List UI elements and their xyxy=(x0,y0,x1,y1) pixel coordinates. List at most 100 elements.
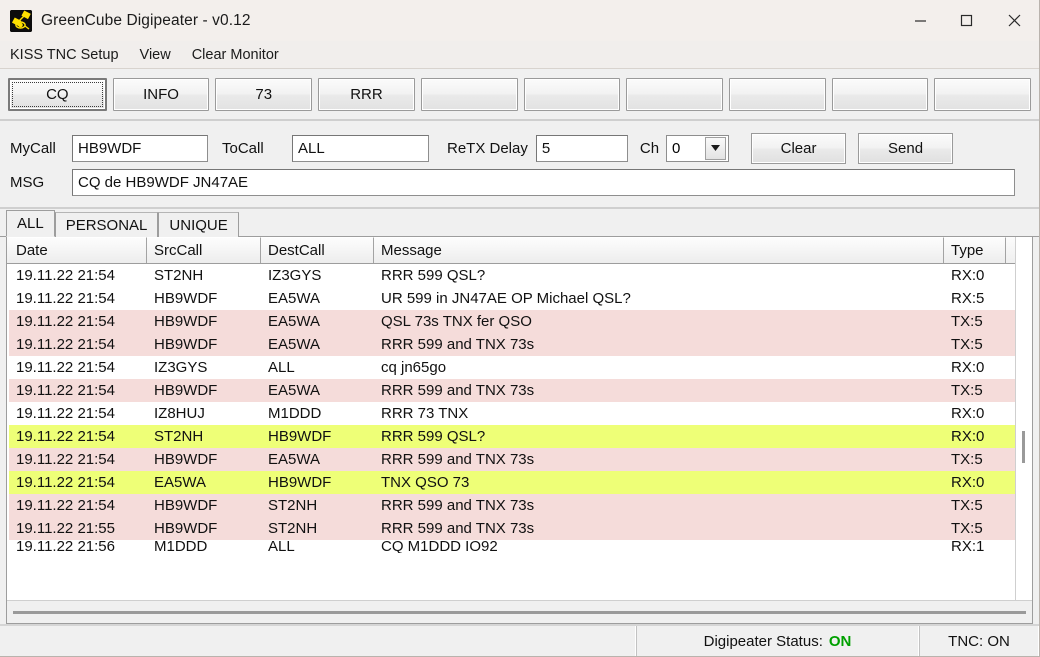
compose-row-1: MyCall HB9WDF ToCall ALL ReTX Delay 5 Ch… xyxy=(0,131,1039,165)
cell-type: TX:5 xyxy=(951,520,983,537)
macro-button-73[interactable]: 73 xyxy=(215,77,313,111)
table-row[interactable]: 19.11.22 21:54 IZ8HUJ M1DDD RRR 73 TNX R… xyxy=(9,402,1015,425)
column-header-type[interactable]: Type xyxy=(944,237,1006,263)
tab-all[interactable]: ALL xyxy=(6,210,55,237)
cell-type: RX:0 xyxy=(951,267,985,284)
column-header-date[interactable]: Date xyxy=(9,237,147,263)
table-row[interactable]: 19.11.22 21:54 ST2NH HB9WDF RRR 599 QSL?… xyxy=(9,425,1015,448)
minimize-icon[interactable] xyxy=(897,0,943,41)
macro-button-info[interactable]: INFO xyxy=(112,77,210,111)
cell-destcall: EA5WA xyxy=(268,336,320,353)
cell-srccall: HB9WDF xyxy=(154,520,218,537)
compose-row-2: MSG CQ de HB9WDF JN47AE xyxy=(0,165,1039,199)
macro-button-10[interactable] xyxy=(934,77,1032,111)
table-row[interactable]: 19.11.22 21:54 HB9WDF EA5WA RRR 599 and … xyxy=(9,379,1015,402)
clear-button[interactable]: Clear xyxy=(751,132,847,164)
retx-delay-label: ReTX Delay xyxy=(447,139,528,157)
title-bar: GreenCube Digipeater - v0.12 xyxy=(0,0,1039,41)
digipeater-status-label: Digipeater Status: xyxy=(703,632,823,650)
mycall-input[interactable]: HB9WDF xyxy=(72,134,208,162)
tab-unique[interactable]: UNIQUE xyxy=(158,212,239,237)
cell-type: RX:0 xyxy=(951,474,985,491)
macro-button-9[interactable] xyxy=(831,77,929,111)
macro-button-5[interactable] xyxy=(420,77,518,111)
cell-destcall: IZ3GYS xyxy=(268,267,322,284)
cell-srccall: EA5WA xyxy=(154,474,206,491)
ch-select[interactable]: 0 xyxy=(666,134,730,162)
horizontal-scrollbar-thumb[interactable] xyxy=(13,610,1026,614)
cell-message: RRR 599 and TNX 73s xyxy=(381,497,535,514)
chevron-down-icon[interactable] xyxy=(705,136,727,160)
cell-message: UR 599 in JN47AE OP Michael QSL? xyxy=(381,290,631,307)
table-row[interactable]: 19.11.22 21:54 HB9WDF EA5WA QSL 73s TNX … xyxy=(9,310,1015,333)
cell-type: TX:5 xyxy=(951,336,983,353)
macro-button-toolbar: CQ INFO 73 RRR xyxy=(0,69,1039,121)
digipeater-status: Digipeater Status: ON xyxy=(636,626,919,656)
retx-delay-input[interactable]: 5 xyxy=(535,134,628,162)
cell-type: TX:5 xyxy=(951,451,983,468)
cell-type: RX:5 xyxy=(951,290,985,307)
mycall-label: MyCall xyxy=(10,139,56,157)
macro-button-cq[interactable]: CQ xyxy=(8,77,107,111)
table-row[interactable]: 19.11.22 21:54 EA5WA HB9WDF TNX QSO 73 R… xyxy=(9,471,1015,494)
cell-destcall: ALL xyxy=(268,359,295,376)
cell-destcall: HB9WDF xyxy=(268,474,332,491)
cell-message: CQ M1DDD IO92 xyxy=(381,541,498,553)
cell-date: 19.11.22 21:54 xyxy=(16,428,115,445)
cell-type: RX:0 xyxy=(951,359,985,376)
macro-button-8[interactable] xyxy=(728,77,826,111)
macro-button-6[interactable] xyxy=(523,77,621,111)
tocall-input[interactable]: ALL xyxy=(292,134,429,162)
table-row[interactable]: 19.11.22 21:54 HB9WDF EA5WA UR 599 in JN… xyxy=(9,287,1015,310)
menu-item-kiss-tnc-setup[interactable]: KISS TNC Setup xyxy=(10,47,119,63)
cell-destcall: EA5WA xyxy=(268,382,320,399)
column-header-srccall[interactable]: SrcCall xyxy=(147,237,261,263)
cell-srccall: HB9WDF xyxy=(154,382,218,399)
cell-destcall: HB9WDF xyxy=(268,428,332,445)
cell-type: TX:5 xyxy=(951,497,983,514)
tab-personal[interactable]: PERSONAL xyxy=(54,212,159,237)
close-icon[interactable] xyxy=(989,0,1039,41)
macro-button-rrr[interactable]: RRR xyxy=(318,77,415,111)
cell-srccall: ST2NH xyxy=(154,428,204,445)
cell-destcall: EA5WA xyxy=(268,313,320,330)
table-row[interactable]: 19.11.22 21:56 M1DDD ALL CQ M1DDD IO92 R… xyxy=(9,540,1015,554)
cell-type: TX:5 xyxy=(951,313,983,330)
maximize-icon[interactable] xyxy=(943,0,989,41)
cell-srccall: M1DDD xyxy=(154,541,208,553)
cell-destcall: EA5WA xyxy=(268,290,320,307)
menu-item-clear-monitor[interactable]: Clear Monitor xyxy=(192,47,279,63)
cell-srccall: HB9WDF xyxy=(154,497,218,514)
table-row[interactable]: 19.11.22 21:54 ST2NH IZ3GYS RRR 599 QSL?… xyxy=(9,264,1015,287)
cell-srccall: IZ8HUJ xyxy=(154,405,205,422)
cell-date: 19.11.22 21:54 xyxy=(16,497,115,514)
vertical-scrollbar[interactable] xyxy=(1015,237,1032,600)
cell-date: 19.11.22 21:54 xyxy=(16,382,115,399)
table-row[interactable]: 19.11.22 21:54 HB9WDF EA5WA RRR 599 and … xyxy=(9,448,1015,471)
horizontal-scrollbar[interactable] xyxy=(7,600,1032,623)
msg-label: MSG xyxy=(10,173,45,191)
cell-message: cq jn65go xyxy=(381,359,447,376)
cell-date: 19.11.22 21:54 xyxy=(16,336,115,353)
column-header-message[interactable]: Message xyxy=(374,237,944,263)
column-header-destcall[interactable]: DestCall xyxy=(261,237,374,263)
window-controls xyxy=(897,0,1039,41)
macro-button-7[interactable] xyxy=(626,77,723,111)
monitor-tabs: ALL PERSONAL UNIQUE xyxy=(0,209,1039,237)
table-header-row: Date SrcCall DestCall Message Type xyxy=(7,237,1015,264)
send-button[interactable]: Send xyxy=(858,132,954,164)
table-row[interactable]: 19.11.22 21:54 IZ3GYS ALL cq jn65go RX:0 xyxy=(9,356,1015,379)
cell-date: 19.11.22 21:54 xyxy=(16,313,115,330)
cell-type: RX:1 xyxy=(951,541,985,553)
table-row[interactable]: 19.11.22 21:54 HB9WDF ST2NH RRR 599 and … xyxy=(9,494,1015,517)
compose-panel: MyCall HB9WDF ToCall ALL ReTX Delay 5 Ch… xyxy=(0,121,1039,209)
table-row[interactable]: 19.11.22 21:54 HB9WDF EA5WA RRR 599 and … xyxy=(9,333,1015,356)
cell-date: 19.11.22 21:54 xyxy=(16,451,115,468)
cell-date: 19.11.22 21:54 xyxy=(16,405,115,422)
monitor-table: Date SrcCall DestCall Message Type 19.11… xyxy=(6,237,1033,624)
msg-input[interactable]: CQ de HB9WDF JN47AE xyxy=(72,168,1015,196)
vertical-scrollbar-thumb[interactable] xyxy=(1022,431,1025,463)
table-row[interactable]: 19.11.22 21:55 HB9WDF ST2NH RRR 599 and … xyxy=(9,517,1015,540)
cell-srccall: HB9WDF xyxy=(154,336,218,353)
menu-item-view[interactable]: View xyxy=(140,47,171,63)
